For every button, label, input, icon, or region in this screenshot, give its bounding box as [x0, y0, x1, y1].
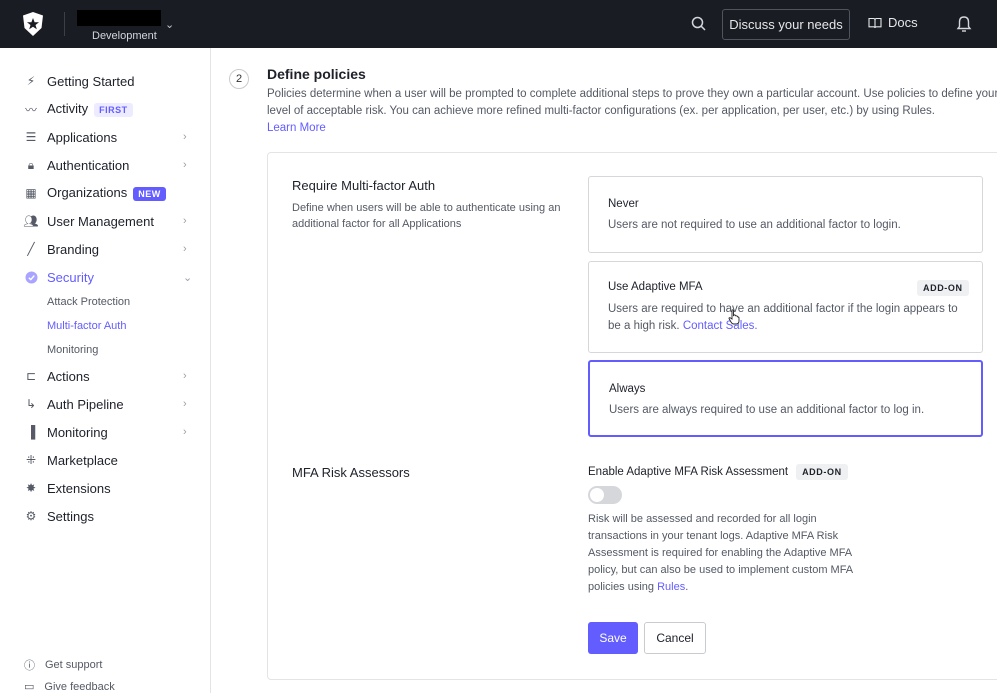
- auth0-logo-icon[interactable]: [20, 11, 46, 37]
- page-description: Policies determine when a user will be p…: [267, 88, 997, 134]
- top-bar: Development ⌄ Discuss your needs Docs: [0, 0, 997, 48]
- sidebar-item-label: Authentication: [47, 157, 130, 173]
- chevron-right-icon: ›: [183, 215, 187, 227]
- option-title: Always: [609, 383, 646, 395]
- chevron-right-icon: ›: [183, 159, 187, 171]
- require-mfa-description: Define when users will be able to authen…: [292, 202, 561, 230]
- bar-chart-icon: ▐: [26, 425, 36, 439]
- puzzle-icon: ✸: [25, 481, 37, 495]
- book-icon: [868, 17, 882, 28]
- sidebar-item-label: Monitoring: [47, 424, 108, 440]
- sidebar-subitem-attack-protection[interactable]: Attack Protection: [47, 296, 130, 308]
- actions-icon: ⊏: [25, 369, 37, 383]
- sidebar-item-monitoring[interactable]: ▐ Monitoring ›: [0, 418, 211, 446]
- risk-assessment-toggle[interactable]: [588, 486, 622, 504]
- addon-badge: ADD-ON: [796, 464, 848, 480]
- chevron-down-icon[interactable]: ⌄: [165, 18, 174, 31]
- sidebar-item-label: Activity FIRST: [47, 101, 133, 117]
- option-description: Users are always required to use an addi…: [609, 404, 925, 416]
- enable-risk-assessment-label: Enable Adaptive MFA Risk Assessment ADD-…: [588, 464, 848, 480]
- chevron-down-icon: ⌄: [183, 271, 193, 284]
- sidebar-item-organizations[interactable]: ▦ Organizations NEW: [0, 179, 211, 207]
- sidebar-item-branding[interactable]: ╱ Branding ›: [0, 235, 211, 263]
- step-number: 2: [229, 69, 249, 89]
- bell-icon[interactable]: [955, 14, 973, 34]
- sidebar-item-label: Marketplace: [47, 452, 118, 468]
- save-button[interactable]: Save: [588, 622, 638, 654]
- tenant-name-redacted[interactable]: [77, 10, 161, 26]
- chevron-right-icon: ›: [183, 131, 187, 143]
- sidebar-item-applications[interactable]: ☰ Applications ›: [0, 123, 211, 151]
- sidebar-item-label: Security: [47, 269, 94, 285]
- sidebar-subitem-multi-factor-auth[interactable]: Multi-factor Auth: [47, 320, 126, 332]
- contact-sales-link[interactable]: Contact Sales.: [683, 320, 758, 332]
- building-icon: ▦: [25, 186, 37, 200]
- header-divider: [64, 12, 65, 36]
- shield-icon: [24, 270, 38, 284]
- give-feedback-label: Give feedback: [44, 680, 115, 693]
- sidebar-item-user-management[interactable]: 👥︎ User Management ›: [0, 207, 211, 235]
- grid-plus-icon: ⁜: [25, 453, 37, 467]
- search-icon[interactable]: [689, 14, 709, 34]
- sidebar-subitem-monitoring[interactable]: Monitoring: [47, 344, 98, 356]
- discuss-needs-button[interactable]: Discuss your needs: [722, 9, 850, 40]
- option-never[interactable]: Never Users are not required to use an a…: [588, 176, 983, 253]
- sidebar-item-label: Auth Pipeline: [47, 396, 124, 412]
- option-description: Users are required to have an additional…: [608, 303, 958, 332]
- docs-label: Docs: [888, 15, 918, 30]
- brush-icon: ╱: [27, 242, 35, 256]
- sidebar-item-security[interactable]: Security ⌄: [0, 263, 211, 291]
- mfa-risk-assessors-title: MFA Risk Assessors: [292, 465, 410, 480]
- sidebar-item-label: Settings: [47, 508, 94, 524]
- sidebar-item-authentication[interactable]: 🔒︎ Authentication ›: [0, 151, 211, 179]
- risk-assessment-description: Risk will be assessed and recorded for a…: [588, 513, 853, 593]
- require-mfa-title: Require Multi-factor Auth: [292, 178, 436, 193]
- activity-icon: 〰: [24, 102, 37, 117]
- sidebar-item-label: Organizations NEW: [47, 185, 166, 201]
- chevron-right-icon: ›: [183, 398, 187, 410]
- option-always[interactable]: Always Users are always required to use …: [588, 360, 983, 437]
- chevron-right-icon: ›: [183, 243, 187, 255]
- docs-link[interactable]: Docs: [868, 15, 918, 30]
- new-badge: NEW: [133, 186, 166, 201]
- sidebar-item-activity[interactable]: 〰 Activity FIRST: [0, 95, 211, 123]
- option-title: Never: [608, 198, 639, 210]
- get-support-link[interactable]: ⓘ Get support: [24, 657, 102, 673]
- sidebar-item-label: Extensions: [47, 480, 111, 496]
- hand-cursor-icon: [728, 309, 740, 325]
- sidebar-item-auth-pipeline[interactable]: ↳ Auth Pipeline ›: [0, 390, 211, 418]
- layers-icon: ☰: [25, 130, 37, 144]
- sidebar-item-settings[interactable]: ⚙ Settings: [0, 502, 211, 530]
- gear-icon: ⚙: [25, 509, 37, 523]
- chevron-right-icon: ›: [183, 370, 187, 382]
- give-feedback-link[interactable]: ▭ Give feedback: [24, 680, 115, 693]
- sidebar-item-extensions[interactable]: ✸ Extensions: [0, 474, 211, 502]
- get-support-label: Get support: [45, 659, 103, 671]
- cancel-button[interactable]: Cancel: [644, 622, 706, 654]
- lock-icon: 🔒︎: [27, 157, 35, 172]
- addon-badge: ADD-ON: [917, 280, 969, 296]
- sidebar-item-marketplace[interactable]: ⁜ Marketplace: [0, 446, 211, 474]
- option-title: Use Adaptive MFA: [608, 281, 703, 293]
- sidebar-item-label: Branding: [47, 241, 100, 257]
- sidebar-item-label: Actions: [47, 368, 90, 384]
- bolt-icon: ⚡: [26, 74, 36, 88]
- chevron-right-icon: ›: [183, 426, 187, 438]
- pipeline-icon: ↳: [25, 397, 37, 411]
- sidebar-item-label: Getting Started: [47, 73, 135, 89]
- first-badge: FIRST: [94, 102, 133, 117]
- sidebar-item-label: Applications: [47, 129, 118, 145]
- users-icon: 👥︎: [23, 214, 39, 228]
- sidebar-item-label: User Management: [47, 213, 154, 229]
- sidebar-item-actions[interactable]: ⊏ Actions ›: [0, 362, 211, 390]
- learn-more-link[interactable]: Learn More: [267, 122, 326, 134]
- option-adaptive-mfa[interactable]: Use Adaptive MFA ADD-ON Users are requir…: [588, 261, 983, 353]
- option-description: Users are not required to use an additio…: [608, 219, 901, 231]
- tenant-environment[interactable]: Development: [92, 30, 157, 42]
- comment-icon: ▭: [24, 681, 35, 693]
- page-title: Define policies: [267, 66, 366, 82]
- question-circle-icon: ⓘ: [24, 660, 35, 672]
- rules-link[interactable]: Rules: [657, 581, 685, 593]
- sidebar-item-getting-started[interactable]: ⚡ Getting Started: [0, 67, 211, 95]
